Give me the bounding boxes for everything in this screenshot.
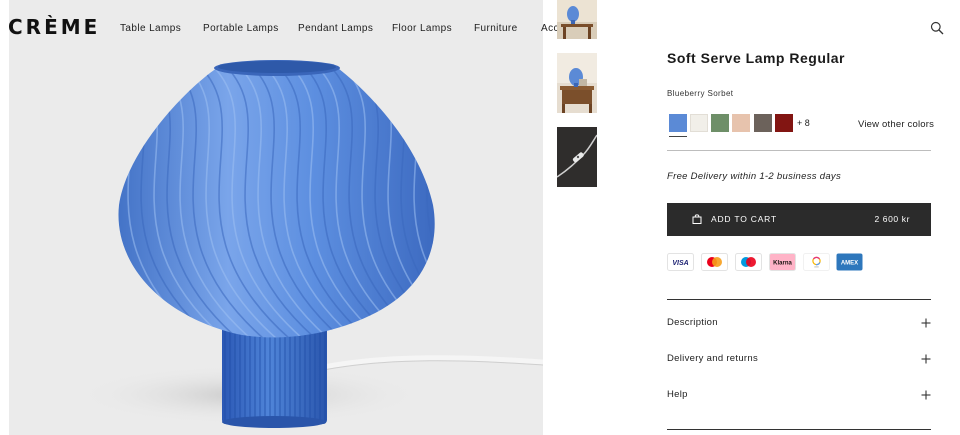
color-swatch-6[interactable] bbox=[775, 114, 793, 132]
color-swatch-5[interactable] bbox=[754, 114, 772, 132]
american-express-icon: AMEX bbox=[836, 253, 863, 271]
selected-color-name: Blueberry Sorbet bbox=[667, 89, 734, 98]
product-price: 2 600 kr bbox=[874, 214, 910, 224]
lamp-rib bbox=[9, 55, 50, 345]
accordion-label: Description bbox=[667, 317, 718, 328]
visa-label: VISA bbox=[672, 260, 688, 267]
lamp-rib bbox=[9, 55, 115, 345]
lamp-rib bbox=[433, 60, 435, 338]
delivery-note: Free Delivery within 1-2 business days bbox=[667, 171, 842, 182]
gallery-thumbnail-1[interactable] bbox=[557, 0, 597, 39]
nav-pendant-lamps[interactable]: Pendant Lamps bbox=[298, 23, 373, 34]
add-to-cart-button[interactable]: ADD TO CART 2 600 kr bbox=[667, 203, 931, 236]
accordion-label: Delivery and returns bbox=[667, 353, 759, 364]
visa-icon: VISA bbox=[667, 253, 694, 271]
klarna-label: Klarna bbox=[773, 261, 792, 267]
lamp-rib bbox=[9, 55, 102, 345]
more-colors-count[interactable]: + 8 bbox=[797, 118, 810, 128]
amex-label: AMEX bbox=[841, 261, 858, 267]
lamp-on-table-thumbnail-image bbox=[557, 0, 597, 39]
add-to-cart-label: ADD TO CART bbox=[711, 214, 777, 224]
accordion-delivery-and-returns[interactable]: Delivery and returns bbox=[667, 351, 931, 369]
main-product-image[interactable] bbox=[9, 0, 543, 435]
lamp-rib bbox=[9, 55, 37, 345]
color-swatch-3[interactable] bbox=[711, 114, 729, 132]
search-button[interactable] bbox=[930, 21, 944, 35]
accordion-help[interactable]: Help bbox=[667, 387, 931, 405]
gallery-thumbnail-2[interactable] bbox=[557, 53, 597, 113]
divider bbox=[667, 299, 931, 300]
divider bbox=[667, 429, 931, 430]
plus-icon bbox=[921, 318, 931, 328]
search-icon bbox=[930, 21, 944, 35]
nav-furniture[interactable]: Furniture bbox=[474, 23, 518, 34]
maestro-icon bbox=[735, 253, 762, 271]
color-swatch-blueberry-sorbet[interactable] bbox=[669, 114, 687, 132]
brand-logo[interactable]: CRÈME bbox=[8, 15, 100, 39]
bag-icon bbox=[692, 214, 702, 224]
lamp-rib bbox=[9, 55, 63, 345]
accordion-label: Help bbox=[667, 389, 688, 400]
mastercard-icon bbox=[701, 253, 728, 271]
nav-table-lamps[interactable]: Table Lamps bbox=[120, 23, 181, 34]
gallery-thumbnail-3[interactable] bbox=[557, 127, 597, 187]
lamp-rib bbox=[9, 55, 76, 345]
lamp-rib bbox=[9, 55, 89, 345]
lamp-on-nightstand-thumbnail-image bbox=[557, 53, 597, 113]
nav-portable-lamps[interactable]: Portable Lamps bbox=[203, 23, 279, 34]
divider bbox=[667, 150, 931, 151]
product-title: Soft Serve Lamp Regular bbox=[667, 50, 845, 66]
lamp-rib bbox=[420, 60, 435, 338]
plus-icon bbox=[921, 390, 931, 400]
accordion-description[interactable]: Description bbox=[667, 315, 931, 333]
selected-swatch-indicator bbox=[669, 136, 687, 137]
nav-floor-lamps[interactable]: Floor Lamps bbox=[392, 23, 452, 34]
klarna-icon: Klarna bbox=[769, 253, 796, 271]
lamp-rib bbox=[118, 60, 129, 338]
apple-pay-icon bbox=[803, 253, 830, 271]
color-swatch-4[interactable] bbox=[732, 114, 750, 132]
view-other-colors-link[interactable]: View other colors bbox=[858, 119, 934, 130]
plus-icon bbox=[921, 354, 931, 364]
cable-switch-thumbnail-image bbox=[557, 127, 597, 187]
color-swatch-2[interactable] bbox=[690, 114, 708, 132]
